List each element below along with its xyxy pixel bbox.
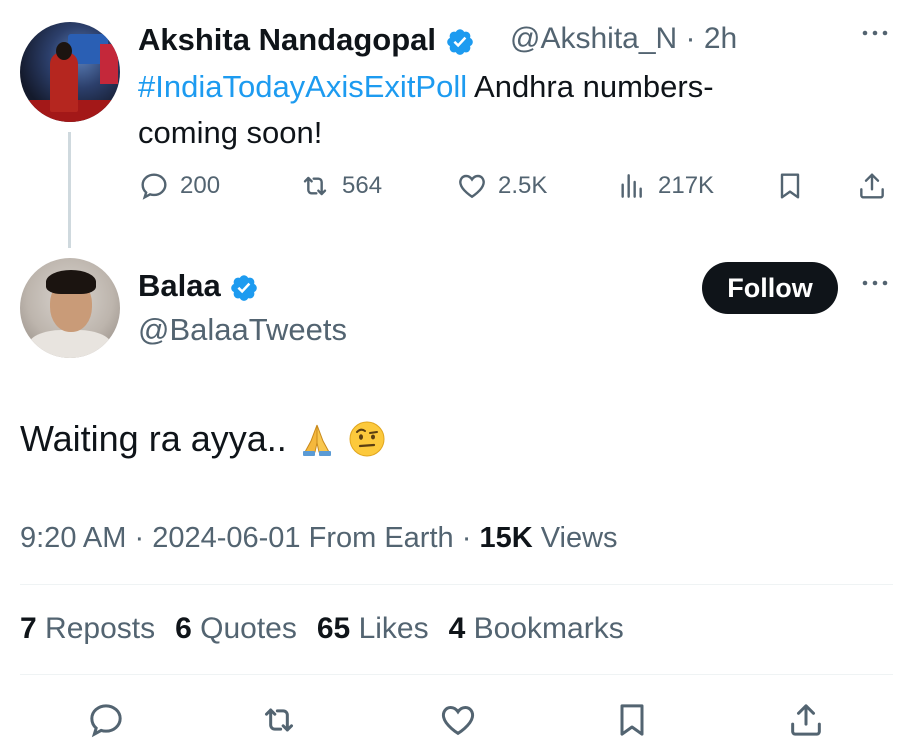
verified-badge-icon (231, 275, 258, 301)
reply-icon (90, 704, 122, 738)
reply-tweet-text: Waiting ra ayya.. (20, 418, 387, 460)
divider (20, 674, 893, 675)
share-button[interactable] (856, 170, 898, 202)
parent-handle[interactable]: @Akshita_N (510, 22, 677, 55)
separator-dot: · (134, 522, 145, 554)
parent-author-name-row[interactable]: Akshita Nandagopal (138, 22, 475, 58)
raised-eyebrow-emoji (349, 421, 385, 457)
repost-count: 564 (342, 172, 383, 199)
views-count: 217K (658, 172, 715, 199)
like-icon (459, 174, 485, 199)
reply-count: 200 (180, 172, 221, 199)
more-options-icon[interactable] (860, 22, 890, 50)
tweet-date[interactable]: 2024-06-01 (152, 522, 300, 554)
follow-button[interactable]: Follow (702, 262, 838, 314)
author-avatar[interactable] (20, 22, 120, 122)
engagement-stats: 7 Reposts 6 Quotes 65 Likes 4 Bookmarks (20, 612, 624, 646)
reply-author-name-row[interactable]: Balaa (138, 268, 259, 304)
parent-text-line1: Andhra numbers- (467, 69, 714, 104)
quotes-stat[interactable]: 6 Quotes (175, 612, 297, 646)
like-button[interactable] (438, 700, 488, 740)
reply-text: Waiting ra ayya.. (20, 418, 287, 459)
hashtag-link[interactable]: #IndiaTodayAxisExitPoll (138, 69, 467, 104)
parent-tweet-text: #IndiaTodayAxisExitPoll Andhra numbers- … (138, 64, 838, 156)
likes-stat[interactable]: 65 Likes (317, 612, 429, 646)
bookmark-icon (620, 704, 644, 736)
bookmarks-stat[interactable]: 4 Bookmarks (449, 612, 624, 646)
like-icon (441, 705, 475, 736)
reply-icon (141, 173, 167, 200)
parent-handle-time[interactable]: @Akshita_N · 2h (510, 22, 737, 56)
views-icon (621, 174, 642, 198)
separator-dot: · (461, 522, 472, 554)
tweet-source: From Earth (308, 522, 454, 554)
reply-button[interactable]: 200 (138, 170, 220, 202)
folded-hands-emoji (302, 424, 331, 456)
repost-button[interactable]: 564 (298, 170, 382, 202)
repost-icon (303, 176, 327, 196)
share-icon (791, 704, 821, 736)
reply-author-avatar[interactable] (20, 258, 120, 358)
thread-connector-line (68, 132, 71, 248)
parent-time-ago[interactable]: 2h (704, 22, 737, 55)
reply-button[interactable] (86, 700, 136, 740)
repost-icon (265, 708, 293, 732)
like-button[interactable]: 2.5K (456, 170, 547, 202)
reply-author-name[interactable]: Balaa (138, 268, 221, 303)
bookmark-icon (780, 173, 800, 199)
reply-handle[interactable]: @BalaaTweets (138, 312, 347, 348)
repost-button[interactable] (258, 700, 310, 740)
divider (20, 584, 893, 585)
views-label: Views (540, 522, 618, 554)
more-options-icon[interactable] (860, 272, 890, 300)
parent-text-line2: coming soon! (138, 115, 323, 150)
like-count: 2.5K (498, 172, 548, 199)
share-button[interactable] (786, 700, 836, 740)
tweet-time[interactable]: 9:20 AM (20, 522, 126, 554)
views-button[interactable]: 217K (616, 170, 714, 202)
reposts-stat[interactable]: 7 Reposts (20, 612, 155, 646)
parent-author-name[interactable]: Akshita Nandagopal (138, 22, 436, 57)
bookmark-button[interactable] (612, 700, 662, 740)
views-total: 15K (479, 522, 533, 554)
bookmark-button[interactable] (774, 170, 816, 202)
share-icon (860, 173, 884, 199)
separator-dot: · (685, 22, 696, 55)
tweet-metadata: 9:20 AM · 2024-06-01 From Earth · 15K Vi… (20, 522, 618, 555)
verified-badge-icon (446, 29, 473, 55)
